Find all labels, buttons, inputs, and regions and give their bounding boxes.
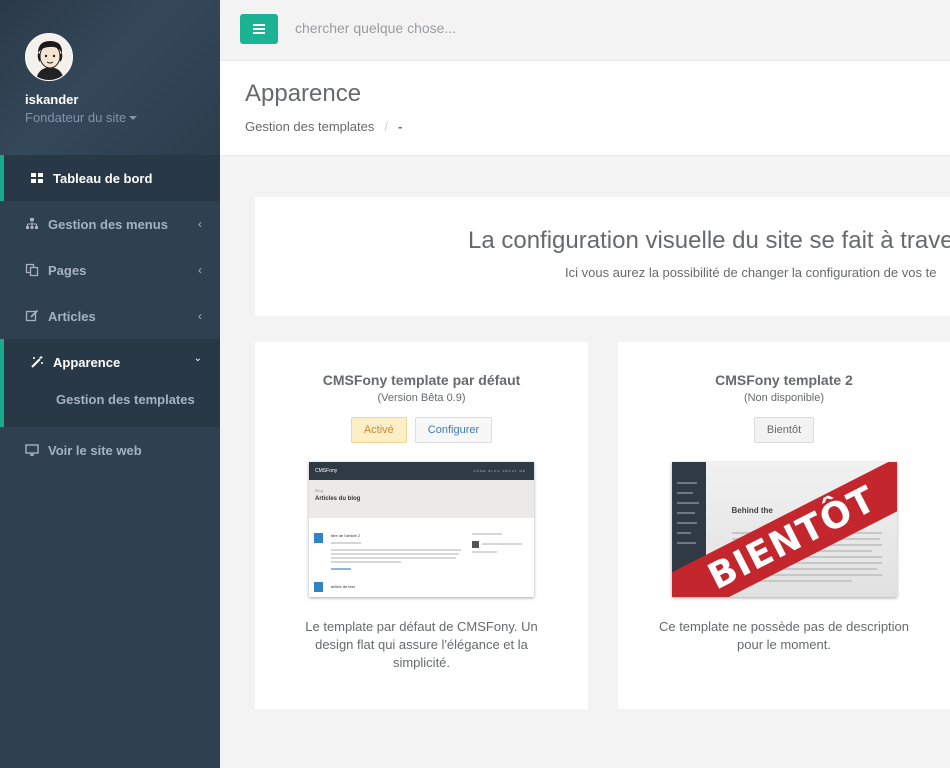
chevron-left-icon: ‹ xyxy=(198,217,202,231)
chevron-down-icon: ⌄ xyxy=(193,353,202,364)
sidebar-item-label: Articles xyxy=(48,308,96,324)
profile-role-label: Fondateur du site xyxy=(25,110,127,125)
sidebar-group-appearance: Apparence ⌄ Gestion des templates xyxy=(0,339,220,427)
intro-title: La configuration visuelle du site se fai… xyxy=(468,227,950,254)
template-description: Le template par défaut de CMSFony. Un de… xyxy=(305,619,538,670)
preview-hero-title: Articles du blog xyxy=(315,496,361,502)
intro-panel: La configuration visuelle du site se fai… xyxy=(255,197,950,316)
template-description: Ce template ne possède pas de descriptio… xyxy=(658,619,910,652)
preview-hero: Blog Articles du blog xyxy=(309,480,534,518)
template-version: (Non disponible) xyxy=(743,392,825,404)
magic-wand-icon xyxy=(31,356,43,368)
sidebar-item-label: Voir le site web xyxy=(48,442,142,458)
preview-body: titre de l'article 2 article de test xyxy=(309,518,534,597)
avatar-face-icon xyxy=(26,34,72,80)
chevron-left-icon: ‹ xyxy=(198,263,202,277)
preview-line xyxy=(331,542,361,544)
sidebar: iskander Fondateur du site Tableau de bo… xyxy=(0,0,220,768)
caret-down-icon xyxy=(129,115,138,120)
page-heading: Apparence Gestion des templates / - xyxy=(220,61,950,156)
coming-soon-button[interactable]: Bientôt xyxy=(753,417,815,443)
sidebar-item-appearance[interactable]: Apparence ⌄ xyxy=(4,339,220,385)
intro-subtitle: Ici vous aurez la possibilité de changer… xyxy=(565,265,937,280)
sidebar-subitem-templates[interactable]: Gestion des templates xyxy=(4,385,220,427)
sidebar-item-label: Apparence xyxy=(53,354,121,370)
sidebar-item-label: Gestion des menus xyxy=(48,216,168,232)
template-version: (Version Bêta 0.9) xyxy=(377,392,466,404)
profile-role-dropdown[interactable]: Fondateur du site xyxy=(25,110,220,125)
profile-header: iskander Fondateur du site xyxy=(0,0,220,155)
preview-post-title: article de test xyxy=(331,584,355,589)
profile-name: iskander xyxy=(25,92,79,107)
breadcrumb: Gestion des templates / - xyxy=(245,119,402,134)
avatar[interactable] xyxy=(25,33,73,81)
page-title: Apparence xyxy=(245,80,362,107)
preview-heading: Behind the xyxy=(731,506,773,515)
chevron-left-icon: ‹ xyxy=(198,309,202,323)
template-preview-image[interactable]: Behind the BIENTÔT xyxy=(671,462,897,597)
template-card-2: CMSFony template 2 (Non disponible) Bien… xyxy=(618,342,950,709)
sidebar-item-view-site[interactable]: Voir le site web xyxy=(0,427,220,473)
sidebar-item-label: Tableau de bord xyxy=(53,170,153,186)
template-title: CMSFony template 2 xyxy=(715,372,853,388)
copy-icon xyxy=(25,263,39,277)
preview-date-badge xyxy=(314,533,323,543)
sidebar-item-menus[interactable]: Gestion des menus ‹ xyxy=(0,201,220,247)
sidebar-item-pages[interactable]: Pages ‹ xyxy=(0,247,220,293)
sidebar-item-articles[interactable]: Articles ‹ xyxy=(0,293,220,339)
template-title: CMSFony template par défaut xyxy=(322,372,521,388)
breadcrumb-current: - xyxy=(397,119,403,134)
search-input[interactable] xyxy=(295,20,695,36)
preview-date-badge xyxy=(314,582,323,592)
preview-hero-small: Blog xyxy=(315,488,324,493)
preview-link xyxy=(331,568,351,570)
preview-navbar: CMSFony HOME BLOG ABOUT ME xyxy=(309,462,534,480)
breadcrumb-separator: / xyxy=(384,119,388,134)
template-actions: Activé Configurer xyxy=(255,417,588,443)
preview-line xyxy=(331,549,461,551)
topbar xyxy=(220,0,950,61)
preview-line xyxy=(331,561,401,563)
template-actions: Bientôt xyxy=(618,417,950,443)
template-preview-image[interactable]: CMSFony HOME BLOG ABOUT ME Blog Articles… xyxy=(309,462,534,597)
preview-side-line xyxy=(472,551,497,553)
sidebar-item-label: Pages xyxy=(48,262,87,278)
preview-nav: HOME BLOG ABOUT ME xyxy=(473,469,526,473)
preview-line xyxy=(331,553,459,555)
th-large-icon xyxy=(31,173,43,183)
activated-button[interactable]: Activé xyxy=(350,417,407,443)
configure-button[interactable]: Configurer xyxy=(414,417,493,443)
template-card-default: CMSFony template par défaut (Version Bêt… xyxy=(255,342,588,709)
preview-line xyxy=(331,557,456,559)
breadcrumb-link[interactable]: Gestion des templates xyxy=(245,119,374,134)
preview-side-thumb xyxy=(472,541,479,548)
sidebar-item-dashboard[interactable]: Tableau de bord xyxy=(0,155,220,201)
desktop-icon xyxy=(25,444,39,456)
sidebar-subitem-label: Gestion des templates xyxy=(56,392,195,407)
preview-post-title: titre de l'article 2 xyxy=(331,533,360,538)
sitemap-icon xyxy=(26,218,38,229)
preview-brand: CMSFony xyxy=(315,468,338,474)
menu-toggle-button[interactable] xyxy=(240,14,278,44)
preview-side-line xyxy=(472,533,502,535)
preview-side-line xyxy=(482,543,522,545)
edit-icon xyxy=(25,309,39,322)
bars-icon xyxy=(253,24,265,34)
